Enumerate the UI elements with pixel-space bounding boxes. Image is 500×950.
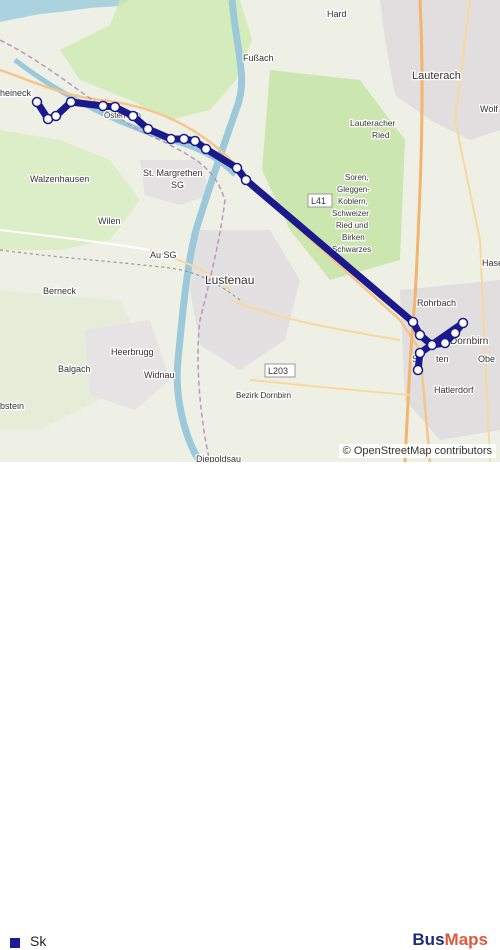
urban-area: [190, 230, 300, 370]
bus-stop-marker[interactable]: [178, 133, 190, 145]
bus-stop-marker[interactable]: [439, 337, 451, 349]
brand-maps: Maps: [444, 930, 488, 949]
place-label: SG: [171, 180, 184, 190]
bus-stop-marker[interactable]: [412, 364, 424, 376]
place-label: bstein: [0, 401, 24, 411]
place-label: Walzenhausen: [30, 174, 89, 184]
place-label: Gleggen-: [337, 185, 370, 194]
place-label: Ried und: [336, 221, 368, 230]
bus-stop-marker[interactable]: [31, 96, 43, 108]
place-label: Lauteracher: [350, 118, 396, 128]
place-label: Bezirk Dornbirn: [236, 391, 291, 400]
bus-stop-marker[interactable]: [142, 123, 154, 135]
urban-area: [85, 320, 170, 410]
place-label: Lustenau: [205, 273, 254, 287]
bus-stop-marker[interactable]: [231, 162, 243, 174]
bus-stop-marker[interactable]: [414, 347, 426, 359]
road-shield: L203: [264, 363, 296, 378]
bus-stop-marker[interactable]: [200, 143, 212, 155]
map-attribution[interactable]: © OpenStreetMap contributors: [338, 444, 496, 458]
place-label: Obe: [478, 354, 495, 364]
place-label: Schwarzes: [332, 245, 371, 254]
bus-stop-marker[interactable]: [127, 110, 139, 122]
bus-stop-marker[interactable]: [426, 339, 438, 351]
place-label: Rohrbach: [417, 298, 456, 308]
road-shield: L41: [307, 193, 333, 208]
place-label: Hard: [327, 9, 347, 19]
bus-stop-marker[interactable]: [50, 110, 62, 122]
place-label: Au SG: [150, 250, 177, 260]
bus-stop-marker[interactable]: [65, 96, 77, 108]
bus-stop-marker[interactable]: [165, 133, 177, 145]
svg-text:L41: L41: [311, 196, 326, 206]
place-label: Diepoldsau: [196, 454, 241, 462]
place-label: Balgach: [58, 364, 91, 374]
place-label: ten: [436, 354, 449, 364]
place-label: Wolf: [480, 104, 498, 114]
place-label: Birken: [342, 233, 365, 242]
place-label: Ried: [372, 130, 390, 140]
svg-text:L203: L203: [268, 366, 288, 376]
place-label: Fußach: [243, 53, 274, 63]
place-label: Widnau: [144, 370, 175, 380]
place-label: Berneck: [43, 286, 77, 296]
map-footer: Sk BusMaps: [0, 462, 500, 949]
place-label: Hatlerdorf: [434, 385, 474, 395]
place-label: Hase: [482, 258, 500, 268]
bus-stop-marker[interactable]: [240, 174, 252, 186]
place-label: heineck: [0, 88, 32, 98]
map-base: Hard Fußach Lauterach Wolf Lauteracher Ried Wa…: [0, 0, 500, 462]
bus-stop-marker[interactable]: [457, 317, 469, 329]
bus-stop-marker[interactable]: [97, 100, 109, 112]
map-canvas[interactable]: Hard Fußach Lauterach Wolf Lauteracher Ried Wa…: [0, 0, 500, 462]
place-label: St. Margrethen: [143, 168, 203, 178]
place-label: Heerbrugg: [111, 347, 154, 357]
bus-stop-marker[interactable]: [407, 316, 419, 328]
busmaps-logo[interactable]: BusMaps: [412, 930, 488, 950]
legend-label: Sk: [30, 933, 47, 949]
place-label: Koblern,: [338, 197, 368, 206]
bus-stop-marker[interactable]: [414, 329, 426, 341]
place-label: Schweizer: [332, 209, 369, 218]
legend-swatch: [10, 938, 20, 948]
place-label: Wilen: [98, 216, 121, 226]
lake: [0, 0, 130, 22]
place-label: Lauterach: [412, 70, 461, 82]
bus-stop-marker[interactable]: [109, 101, 121, 113]
bus-stop-marker[interactable]: [189, 135, 201, 147]
bus-stop-marker[interactable]: [449, 327, 461, 339]
brand-bus: Bus: [412, 930, 445, 949]
place-label: Soren,: [345, 173, 369, 182]
